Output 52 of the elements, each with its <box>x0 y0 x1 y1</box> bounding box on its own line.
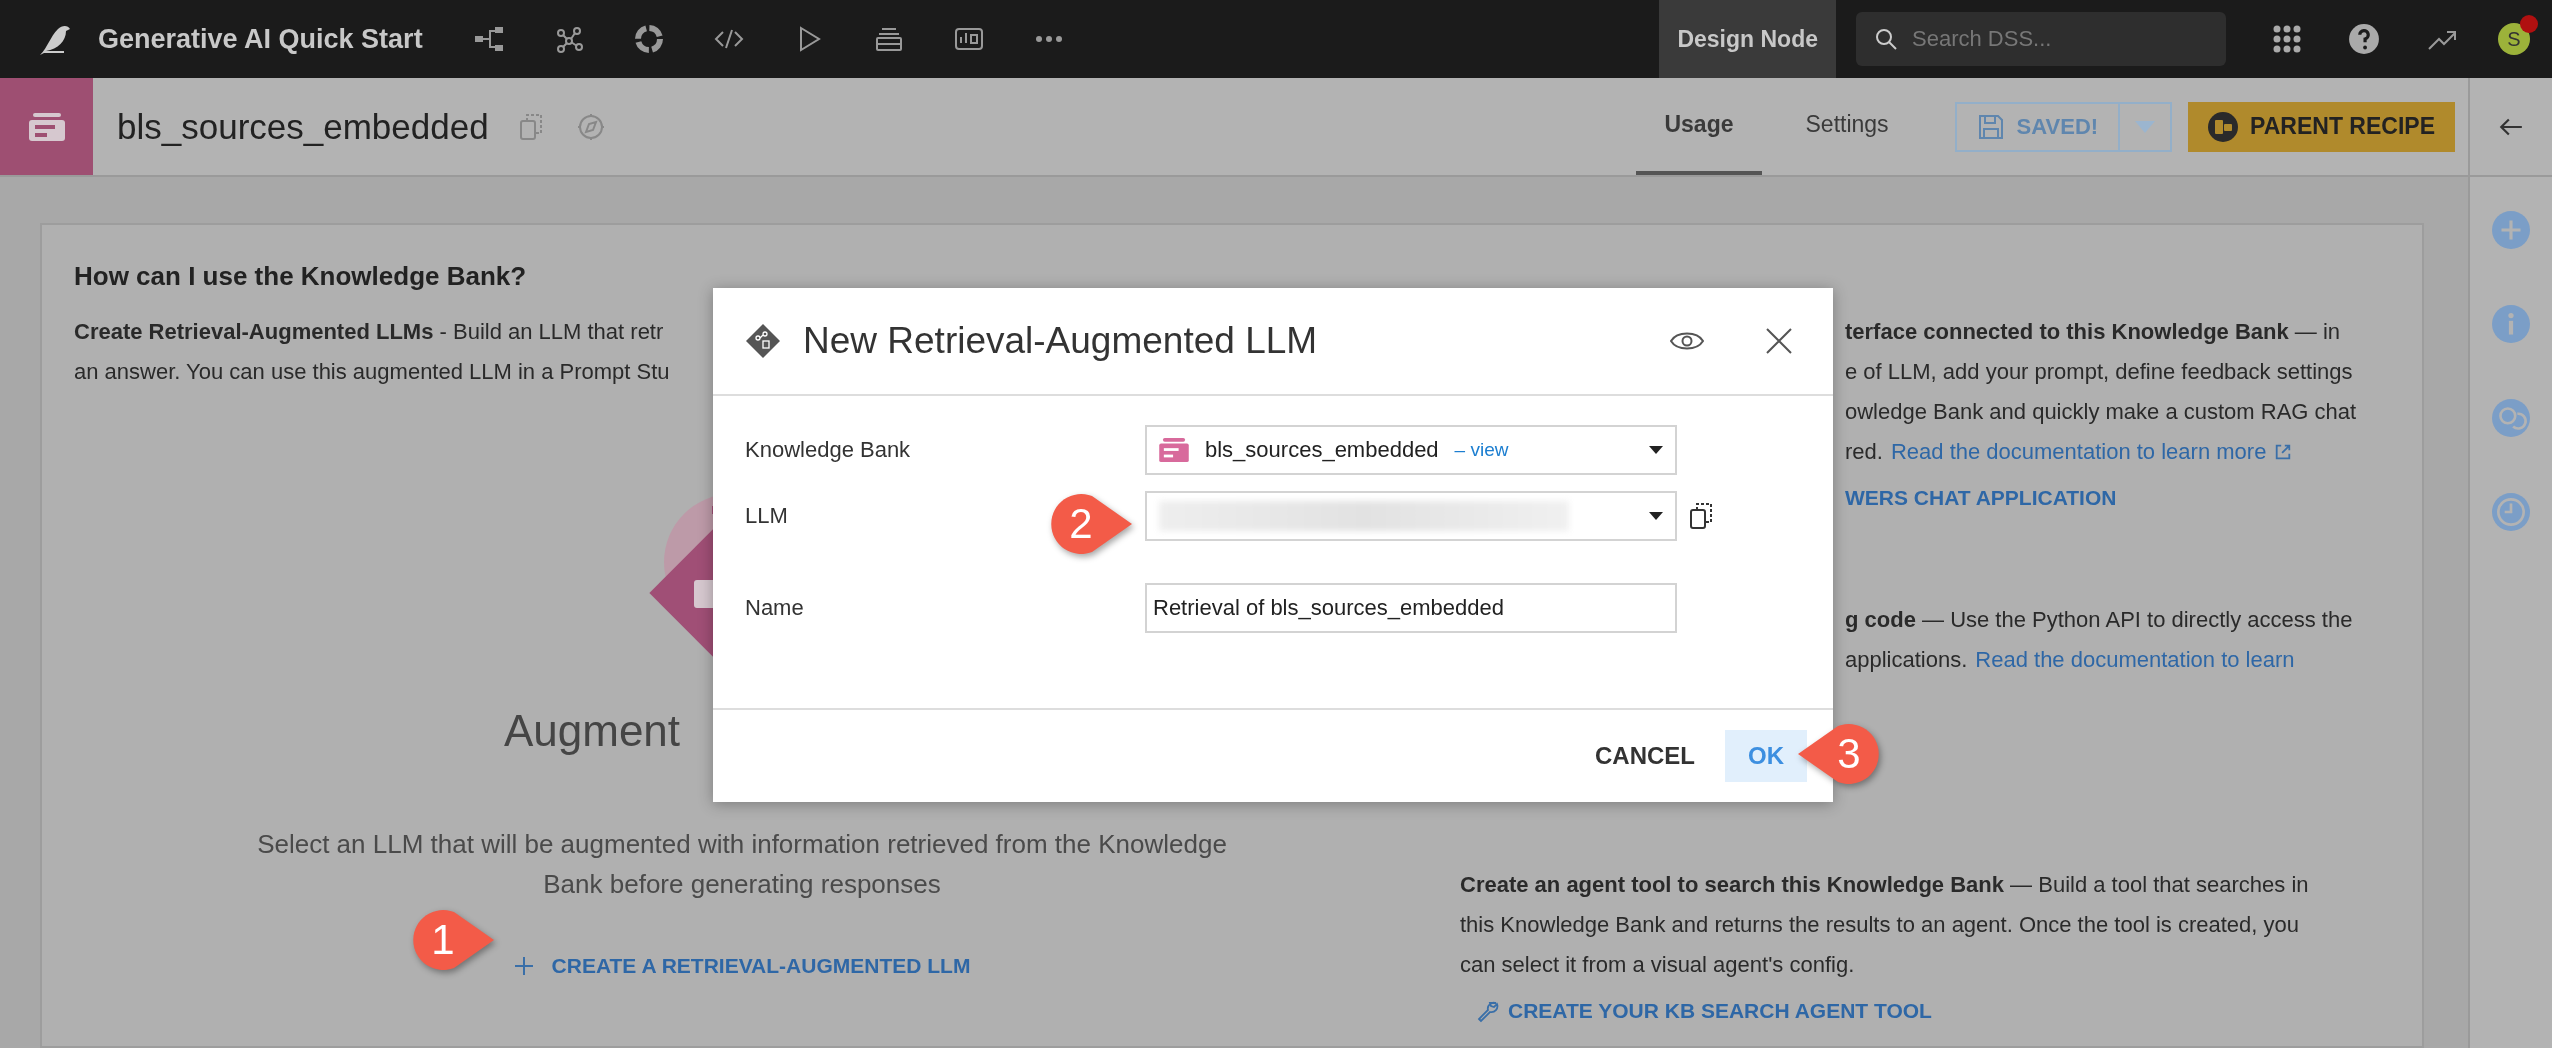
section-heading: How can I use the Knowledge Bank? <box>74 261 528 292</box>
caret-down-icon <box>2135 120 2156 133</box>
paragraph-line: e of LLM, add your prompt, define feedback settings <box>1845 358 2353 386</box>
node-label[interactable]: Design Node <box>1659 0 1836 78</box>
knowledge-bank-select[interactable]: bls_sources_embedded – view <box>1145 425 1677 475</box>
caret-down-icon <box>1649 446 1663 454</box>
create-llm-link[interactable]: CREATE A RETRIEVAL-AUGMENTED LLM <box>513 954 971 978</box>
cancel-button[interactable]: CANCEL <box>1589 741 1701 771</box>
paragraph-line: owledge Bank and quickly make a custom RAG chat <box>1845 398 2357 426</box>
field-label: Name <box>745 595 804 621</box>
tab[interactable]: Settings <box>1777 78 1917 175</box>
empty-state-description: Select an LLM that will be augmented with information retrieved from the Knowledge <box>257 828 1227 861</box>
knowledge-bank-icon <box>1159 438 1189 462</box>
user-avatar[interactable]: S <box>2498 23 2530 55</box>
empty-state-description: Bank before generating responses <box>543 868 941 901</box>
paragraph-line: Create Retrieval-Augmented LLMs - Build an LLM that retr <box>74 318 664 346</box>
ring-icon[interactable] <box>632 23 665 55</box>
help-icon[interactable] <box>2348 23 2380 55</box>
parent-recipe-button[interactable]: PARENT RECIPE <box>2188 101 2455 152</box>
paragraph-line: terface connected to this Knowledge Bank — in <box>1845 318 2341 346</box>
search-field[interactable]: Search DSS... <box>1856 12 2226 66</box>
paragraph-line: g code — Use the Python API to directly access the <box>1845 606 2353 634</box>
close-icon[interactable] <box>1765 327 1793 355</box>
page-title: bls_sources_embedded <box>117 106 489 147</box>
documentation-link[interactable]: Read the documentation to learn more <box>1890 432 2267 472</box>
copy-icon[interactable] <box>1689 502 1713 530</box>
project-title[interactable]: Generative AI Quick Start <box>98 23 423 55</box>
empty-state-title: Augment <box>503 706 681 756</box>
caret-down-icon <box>1649 512 1663 520</box>
dialog-title: New Retrieval-Augmented LLM <box>803 320 1318 362</box>
paragraph-line: can select it from a visual agent's config. <box>1460 951 1855 979</box>
view-link[interactable]: – view <box>1454 439 1509 461</box>
paragraph-line: this Knowledge Bank and returns the results to an agent. Once the tool is created, you <box>1460 911 2299 939</box>
ok-button[interactable]: OK <box>1725 730 1807 782</box>
field-label: LLM <box>745 503 788 529</box>
paragraph-line: Create an agent tool to search this Knowledge Bank — Build a tool that searches in <box>1460 871 2309 899</box>
tab[interactable]: Usage <box>1636 78 1762 175</box>
field-label: Knowledge Bank <box>745 437 911 463</box>
knowledge-bank-icon <box>26 110 67 143</box>
paragraph-line: applications. <box>1845 646 1968 674</box>
name-input[interactable]: Retrieval of bls_sources_embedded <box>1145 583 1677 633</box>
search-icon <box>1874 27 1898 51</box>
apps-grid-icon[interactable] <box>2272 24 2302 54</box>
recipe-icon <box>2208 111 2239 142</box>
agent-tool-link[interactable]: CREATE YOUR KB SEARCH AGENT TOOL <box>1476 999 2390 1023</box>
paragraph-line: red. <box>1845 438 1883 466</box>
documentation-link[interactable]: Read the documentation to learn <box>1975 640 2295 680</box>
paragraph-line: an answer. You can use this augmented LLM in a Prompt Stu <box>74 358 670 386</box>
chat-application-link[interactable]: WERS CHAT APPLICATION <box>1845 486 2390 510</box>
external-link-icon <box>2274 443 2293 461</box>
wrench-icon <box>1476 999 1500 1023</box>
plus-icon <box>513 956 534 976</box>
